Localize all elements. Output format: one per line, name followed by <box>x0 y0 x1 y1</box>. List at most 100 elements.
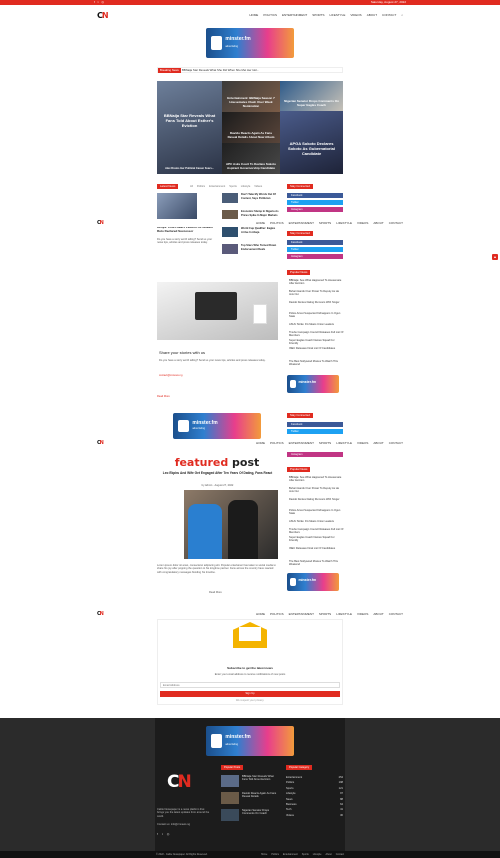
bottom-link-home[interactable]: Home <box>261 853 267 856</box>
sticky3-entertainment[interactable]: Entertainment <box>289 612 314 616</box>
tab-all[interactable]: All <box>190 184 193 189</box>
sticky1-about[interactable]: About <box>373 221 383 225</box>
sticky-logo-1[interactable]: CN <box>97 220 104 226</box>
facebook-icon[interactable]: f <box>157 832 158 836</box>
sticky1-lifestyle[interactable]: Lifestyle <box>336 221 352 225</box>
sticky3-lifestyle[interactable]: Lifestyle <box>336 612 352 616</box>
tab-sports[interactable]: Sports <box>229 184 237 189</box>
popular-item-7[interactable]: Super Eagles Coach Names Squad For Frien… <box>289 339 344 345</box>
facebook-follow[interactable]: Facebook <box>287 193 343 198</box>
bottom-link-about[interactable]: About <box>326 853 332 856</box>
latest-item-1[interactable]: Don't Take My Words Out Of Context, Says… <box>241 193 279 200</box>
sticky2-politics[interactable]: Politics <box>270 441 284 445</box>
breaking-text[interactable]: BBNaija Star Reveals What She Did When S… <box>182 68 259 73</box>
popular-item-3[interactable]: Davido Denies Dating Rumours With Singer <box>289 301 344 304</box>
sticky3-home[interactable]: Home <box>256 612 265 616</box>
nav-lifestyle[interactable]: Lifestyle <box>330 13 346 17</box>
hero-tile-2[interactable]: Entertainment: BBNaija Season 7 Housemat… <box>222 81 280 112</box>
popular-item-1[interactable]: BBNaija: See What Happened To Housemate … <box>289 279 344 285</box>
popular2-item-9[interactable]: The Best Nollywood Movies To Watch This … <box>289 560 344 566</box>
facebook-follow-3[interactable]: Facebook <box>287 422 343 427</box>
popular-item-8[interactable]: INEC Releases Final List Of Candidates <box>289 347 344 350</box>
nav-about[interactable]: About <box>367 13 377 17</box>
latest-thumb-3[interactable] <box>222 227 238 237</box>
nav-sports[interactable]: Sports <box>312 13 324 17</box>
hero-main-tile[interactable]: BBNaija Star Reveals What Fans Told Abou… <box>157 81 222 174</box>
sticky1-contact[interactable]: Contact <box>389 221 403 225</box>
share-story-link[interactable]: contact@cnnews.ng <box>159 374 182 377</box>
sticky3-politics[interactable]: Politics <box>270 612 284 616</box>
instagram-follow-2[interactable]: Instagram <box>287 254 343 259</box>
popular2-item-6[interactable]: Tinubu Campaign Council Releases Full Li… <box>289 528 344 534</box>
sticky3-about[interactable]: About <box>373 612 383 616</box>
bottom-link-sports[interactable]: Sports <box>302 853 309 856</box>
sticky3-videos[interactable]: Videos <box>357 612 368 616</box>
featured-image[interactable] <box>184 490 278 559</box>
twitter-follow-3[interactable]: Twitter <box>287 429 343 434</box>
popular2-item-2[interactable]: Buhari Hands Over Power To Deputy As He … <box>289 487 344 493</box>
nav-contact[interactable]: Contact <box>382 13 396 17</box>
hero-main-title[interactable]: BBNaija Star Reveals What Fans Told Abou… <box>160 113 219 128</box>
footer-post-thumb-2[interactable] <box>221 792 239 804</box>
sticky3-contact[interactable]: Contact <box>389 612 403 616</box>
sticky1-sports[interactable]: Sports <box>319 221 331 225</box>
instagram-follow-3[interactable]: Instagram <box>287 452 343 457</box>
latest-thumb-4[interactable] <box>222 244 238 254</box>
tab-lifestyle[interactable]: Lifestyle <box>241 184 251 189</box>
sticky-logo-3[interactable]: CN <box>97 611 104 617</box>
nav-home[interactable]: Home <box>249 13 258 17</box>
category-row[interactable]: Videos 30 <box>286 813 343 818</box>
sticky2-about[interactable]: About <box>373 441 383 445</box>
hero-tile-6-title[interactable]: APGA Sokoto Declares Sokoto As Gubernato… <box>283 141 340 156</box>
latest-item-3[interactable]: World Cup Qualifier: Eagles Arrive In Ab… <box>241 227 279 234</box>
sticky2-lifestyle[interactable]: Lifestyle <box>336 441 352 445</box>
twitter-icon[interactable]: t <box>162 832 163 836</box>
sticky2-contact[interactable]: Contact <box>389 441 403 445</box>
latest-thumb-1[interactable] <box>222 193 238 203</box>
hero-tile-5-title[interactable]: Nigerian Senator Drops Comments On Super… <box>283 99 340 107</box>
latest-lead-image[interactable] <box>157 193 197 219</box>
instagram-icon[interactable]: ◎ <box>167 832 170 836</box>
header-banner-ad[interactable]: minster.fm adverts/ing <box>206 28 294 58</box>
tab-politics[interactable]: Politics <box>197 184 205 189</box>
sticky1-videos[interactable]: Videos <box>357 221 368 225</box>
sticky-logo-2[interactable]: CN <box>97 440 104 446</box>
sticky2-sports[interactable]: Sports <box>319 441 331 445</box>
hero-tile-2-title[interactable]: Entertainment: BBNaija Season 7 Housemat… <box>225 96 277 108</box>
hero-main-sub[interactable]: Alex Drums Her Political Career Fears... <box>160 167 219 170</box>
featured-title[interactable]: Leo Ekpiru And Wife Get Engaged After Te… <box>157 471 278 476</box>
popular2-item-5[interactable]: ASUU Strike: FG Meets Union Leaders <box>289 520 344 523</box>
footer-post-thumb-3[interactable] <box>221 809 239 821</box>
sticky3-sports[interactable]: Sports <box>319 612 331 616</box>
footer-logo[interactable]: CN <box>167 772 192 792</box>
popular-item-4[interactable]: Police Arrest Suspected Kidnappers In Og… <box>289 312 344 318</box>
hero-tile-4[interactable]: APC Asks Court To Declare Sokoto Aspiran… <box>222 143 280 174</box>
latest-item-4[interactable]: Top Stars Who Turned Down Endorsement De… <box>241 244 279 251</box>
search-icon[interactable]: ⌕ <box>401 13 403 17</box>
nav-politics[interactable]: Politics <box>263 13 277 17</box>
top-social-icons[interactable]: f t ◎ <box>94 0 105 4</box>
hero-tile-3[interactable]: Davido Reacts Again As Fans Reveal Detai… <box>222 112 280 143</box>
featured-read-more[interactable]: Read More <box>209 591 222 594</box>
popular-item-5[interactable]: ASUU Strike: FG Meets Union Leaders <box>289 323 344 326</box>
bottom-link-politics[interactable]: Politics <box>271 853 279 856</box>
popular2-item-8[interactable]: INEC Releases Final List Of Candidates <box>289 547 344 550</box>
hero-tile-4-title[interactable]: APC Asks Court To Declare Sokoto Aspiran… <box>225 162 277 170</box>
popular2-item-1[interactable]: BBNaija: See What Happened To Housemate … <box>289 476 344 482</box>
facebook-follow-2[interactable]: Facebook <box>287 240 343 245</box>
latest-lead-title[interactable]: Kenya: Court Hears Petition As William R… <box>157 225 217 233</box>
popular-item-2[interactable]: Buhari Hands Over Power To Deputy As He … <box>289 290 344 296</box>
sticky1-home[interactable]: Home <box>256 221 265 225</box>
sidebar-banner-ad-2[interactable]: minster.fm <box>287 573 339 591</box>
mid-banner-ad[interactable]: minster.fm adverts/ing <box>173 413 261 439</box>
tab-videos[interactable]: Videos <box>254 184 262 189</box>
sticky1-entertainment[interactable]: Entertainment <box>289 221 314 225</box>
bottom-link-lifestyle[interactable]: Lifestyle <box>313 853 322 856</box>
footer-post-thumb-1[interactable] <box>221 775 239 787</box>
email-field[interactable] <box>160 682 340 688</box>
site-logo[interactable]: CN <box>97 11 109 20</box>
nav-entertainment[interactable]: Entertainment <box>282 13 307 17</box>
twitter-follow[interactable]: Twitter <box>287 200 343 205</box>
signup-button[interactable]: Sign Up <box>160 691 340 697</box>
twitter-follow-2[interactable]: Twitter <box>287 247 343 252</box>
